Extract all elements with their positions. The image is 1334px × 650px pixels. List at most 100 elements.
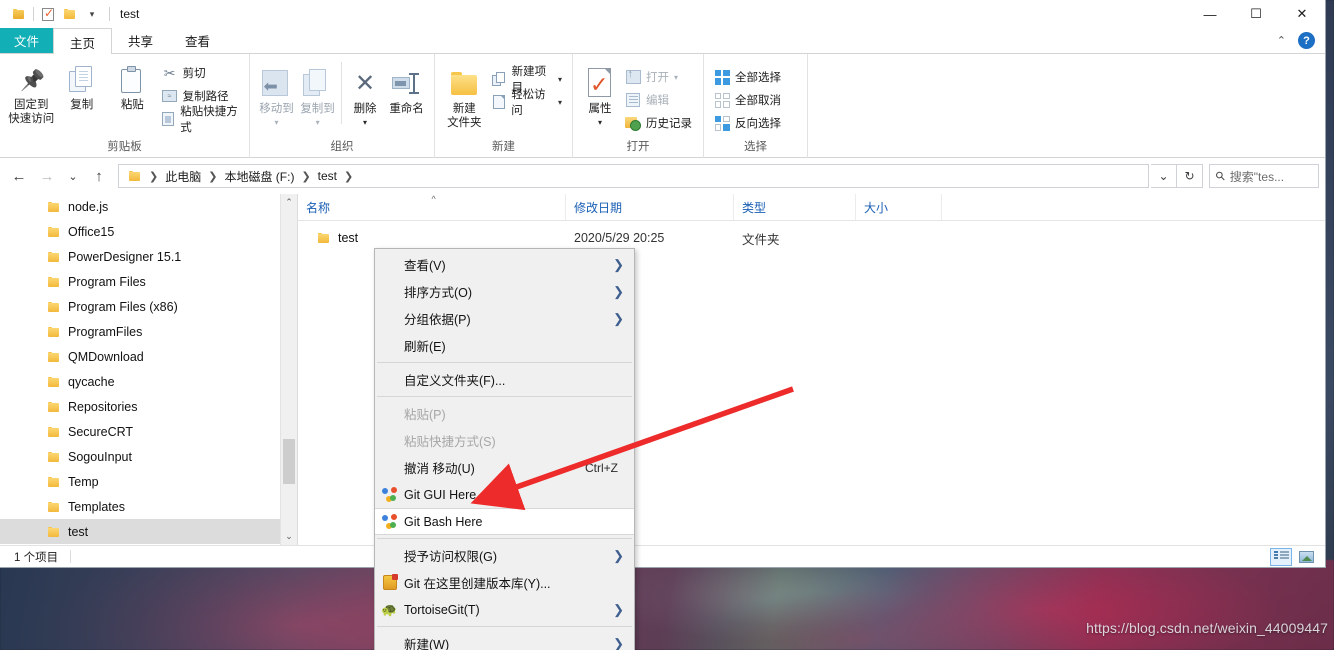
- sidebar-item-nodejs[interactable]: node.js: [0, 194, 297, 219]
- menu-item-grant-access[interactable]: 授予访问权限(G) ❯: [375, 542, 634, 569]
- breadcrumb[interactable]: ❯ 此电脑 ❯ 本地磁盘 (F:) ❯ test ❯: [118, 164, 1149, 188]
- sidebar-item-program-files[interactable]: Program Files: [0, 269, 297, 294]
- open-button[interactable]: 打开 ▾: [621, 66, 696, 88]
- paste-shortcut-button[interactable]: 粘贴快捷方式: [158, 106, 243, 134]
- delete-button[interactable]: 删除 ▾: [345, 62, 385, 130]
- sidebar-item-powerdesigner[interactable]: PowerDesigner 15.1: [0, 244, 297, 269]
- menu-item-label: TortoiseGit(T): [404, 602, 480, 617]
- menu-item-git-gui-here[interactable]: Git GUI Here: [375, 481, 634, 508]
- breadcrumb-separator[interactable]: ❯: [299, 170, 312, 183]
- scroll-down-icon[interactable]: ⌄: [281, 528, 297, 545]
- maximize-button[interactable]: ☐: [1233, 0, 1279, 28]
- menu-item-refresh[interactable]: 刷新(E): [375, 332, 634, 359]
- edit-button[interactable]: 编辑: [621, 89, 696, 111]
- column-header-size[interactable]: 大小: [856, 194, 942, 220]
- close-button[interactable]: ✕: [1279, 0, 1325, 28]
- menu-item-paste-shortcut[interactable]: 粘贴快捷方式(S): [375, 427, 634, 454]
- menu-item-group-by[interactable]: 分组依据(P) ❯: [375, 305, 634, 332]
- move-to-caret-icon[interactable]: ▾: [275, 116, 279, 130]
- folder-icon: [318, 232, 331, 244]
- open-caret-icon[interactable]: ▾: [674, 73, 678, 82]
- column-header-date[interactable]: 修改日期: [566, 194, 734, 220]
- invert-selection-button[interactable]: 反向选择: [710, 112, 785, 134]
- tab-share[interactable]: 共享: [112, 28, 169, 53]
- breadcrumb-item-0[interactable]: 此电脑: [161, 168, 205, 185]
- sidebar-item-program-files-x86[interactable]: Program Files (x86): [0, 294, 297, 319]
- table-row[interactable]: test 2020/5/29 20:25 文件夹: [298, 227, 1325, 249]
- new-folder-button[interactable]: 新建 文件夹: [441, 62, 488, 130]
- select-all-button[interactable]: 全部选择: [710, 66, 785, 88]
- refresh-icon[interactable]: ↻: [1177, 164, 1203, 188]
- sidebar-item-securecrt[interactable]: SecureCRT: [0, 419, 297, 444]
- scroll-up-icon[interactable]: ⌃: [281, 194, 297, 211]
- history-button[interactable]: 历史记录: [621, 112, 696, 134]
- breadcrumb-item-2[interactable]: test: [314, 169, 341, 183]
- menu-item-undo-move[interactable]: 撤消 移动(U) Ctrl+Z: [375, 454, 634, 481]
- breadcrumb-separator[interactable]: ❯: [206, 170, 219, 183]
- menu-item-view[interactable]: 查看(V) ❯: [375, 251, 634, 278]
- breadcrumb-separator[interactable]: ❯: [342, 170, 355, 183]
- search-input[interactable]: ⚲ 搜索"tes...: [1209, 164, 1319, 188]
- delete-caret-icon[interactable]: ▾: [363, 116, 367, 130]
- pin-to-quick-access-button[interactable]: 固定到 快速访问: [6, 58, 57, 126]
- paste-shortcut-label: 粘贴快捷方式: [180, 106, 238, 134]
- recent-locations-button[interactable]: ⌄: [62, 163, 84, 189]
- copy-button[interactable]: 复制: [57, 58, 108, 112]
- rename-button[interactable]: 重命名: [385, 62, 428, 116]
- address-bar: ← → ⌄ ↑ ❯ 此电脑 ❯ 本地磁盘 (F:) ❯ test ❯ ⌄ ↻ ⚲…: [0, 158, 1325, 194]
- menu-item-git-bash-here[interactable]: Git Bash Here: [375, 508, 634, 535]
- menu-item-tortoisegit[interactable]: 🐢 TortoiseGit(T) ❯: [375, 596, 634, 623]
- tab-file[interactable]: 文件: [0, 28, 54, 53]
- tab-view[interactable]: 查看: [169, 28, 226, 53]
- nav-pane-scrollbar[interactable]: ⌃ ⌄: [280, 194, 297, 545]
- column-header-name[interactable]: ^ 名称: [298, 194, 566, 220]
- breadcrumb-item-1[interactable]: 本地磁盘 (F:): [220, 168, 298, 185]
- collapse-ribbon-icon[interactable]: ⌃: [1277, 34, 1286, 47]
- breadcrumb-separator[interactable]: ❯: [147, 170, 160, 183]
- back-button[interactable]: ←: [6, 163, 32, 189]
- details-view-button[interactable]: [1270, 547, 1292, 566]
- forward-button[interactable]: →: [34, 163, 60, 189]
- up-button[interactable]: ↑: [86, 163, 112, 189]
- menu-item-sort-by[interactable]: 排序方式(O) ❯: [375, 278, 634, 305]
- cut-button[interactable]: 剪切: [158, 62, 243, 84]
- scrollbar-thumb[interactable]: [283, 439, 295, 484]
- easy-access-button[interactable]: 轻松访问 ▾: [488, 89, 566, 117]
- large-icons-view-button[interactable]: [1295, 548, 1317, 566]
- sidebar-item-qmdownload[interactable]: QMDownload: [0, 344, 297, 369]
- customize-quick-access-caret-icon[interactable]: ▾: [81, 3, 103, 25]
- minimize-button[interactable]: —: [1187, 0, 1233, 28]
- sidebar-item-programfiles[interactable]: ProgramFiles: [0, 319, 297, 344]
- menu-item-git-create-repo[interactable]: Git 在这里创建版本库(Y)...: [375, 569, 634, 596]
- properties-caret-icon[interactable]: ▾: [598, 116, 602, 130]
- select-none-button[interactable]: 全部取消: [710, 89, 785, 111]
- search-icon: ⚲: [1212, 167, 1229, 185]
- sidebar-item-office15[interactable]: Office15: [0, 219, 297, 244]
- rename-icon: [391, 66, 422, 102]
- easy-access-caret-icon[interactable]: ▾: [558, 98, 562, 107]
- paste-button[interactable]: 粘贴: [107, 58, 158, 112]
- menu-item-paste[interactable]: 粘贴(P): [375, 400, 634, 427]
- new-folder-icon[interactable]: [59, 3, 81, 25]
- new-item-caret-icon[interactable]: ▾: [558, 75, 562, 84]
- copy-to-button[interactable]: 复制到 ▾: [297, 62, 338, 130]
- sidebar-item-templates[interactable]: Templates: [0, 494, 297, 519]
- sidebar-item-sogouinput[interactable]: SogouInput: [0, 444, 297, 469]
- tab-home[interactable]: 主页: [53, 28, 113, 55]
- search-placeholder: 搜索"tes...: [1229, 169, 1285, 184]
- properties-button[interactable]: ✓ 属性 ▾: [579, 62, 621, 130]
- help-icon[interactable]: ?: [1298, 32, 1315, 49]
- sidebar-item-repositories[interactable]: Repositories: [0, 394, 297, 419]
- copy-to-caret-icon[interactable]: ▾: [316, 116, 320, 130]
- menu-item-new[interactable]: 新建(W) ❯: [375, 630, 634, 650]
- explorer-folder-icon[interactable]: [8, 3, 30, 25]
- folder-icon: [48, 201, 61, 213]
- menu-item-customize-folder[interactable]: 自定义文件夹(F)...: [375, 366, 634, 393]
- properties-icon[interactable]: [37, 3, 59, 25]
- move-to-button[interactable]: ⬅ 移动到 ▾: [256, 62, 297, 130]
- column-header-type[interactable]: 类型: [734, 194, 856, 220]
- sidebar-item-test[interactable]: test: [0, 519, 297, 544]
- sidebar-item-temp[interactable]: Temp: [0, 469, 297, 494]
- sidebar-item-qycache[interactable]: qycache: [0, 369, 297, 394]
- address-dropdown-icon[interactable]: ⌄: [1151, 164, 1177, 188]
